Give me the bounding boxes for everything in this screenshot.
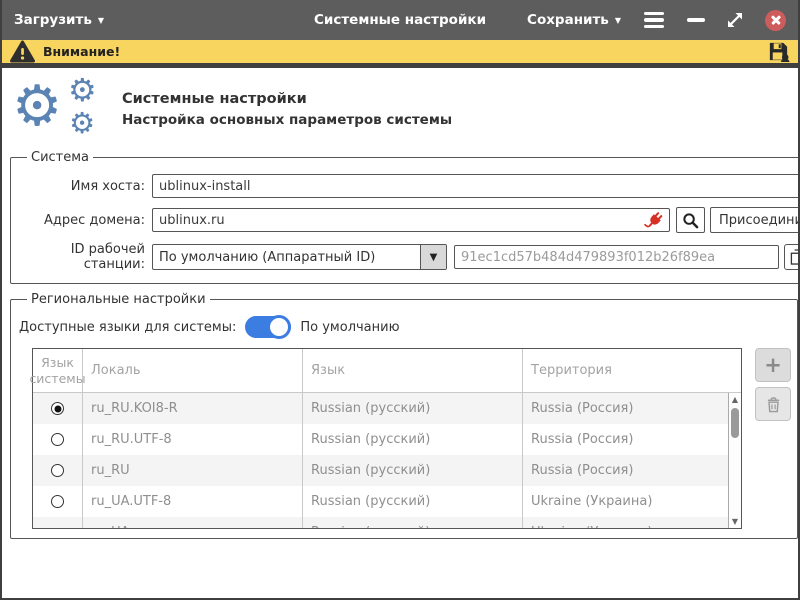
scroll-down-icon[interactable]: ▼ [729,515,741,528]
languages-toggle-label: Доступные языки для системы: [19,320,236,335]
domain-row: Адрес домена: [17,207,798,233]
hostname-row: Имя хоста: [17,174,798,198]
close-button[interactable] [765,10,786,31]
language-cell: Russian (русский) [303,486,523,517]
page-title: Системные настройки [122,91,452,107]
territory-cell: Ukraine (Украина) [523,486,728,517]
workstation-id-selected-option: По умолчанию (Аппаратный ID) [153,250,420,265]
hostname-label: Имя хоста: [17,179,145,194]
hamburger-menu-button[interactable] [642,10,666,30]
column-header-system-language: Язык системы [33,349,83,392]
languages-toggle-row: Доступные языки для системы: По умолчани… [19,316,791,338]
gears-icon: ⚙⚙⚙ [12,78,108,140]
join-domain-button[interactable]: Присоединиться [710,207,798,233]
language-cell: Russian (русский) [303,455,523,486]
workstation-id-label: ID рабочей станции: [17,242,145,272]
save-settings-button[interactable] [767,40,790,63]
system-language-radio[interactable] [51,495,64,508]
trash-icon [766,396,781,413]
scroll-up-icon[interactable]: ▲ [729,393,741,406]
territory-cell: Russia (Россия) [523,455,728,486]
locale-cell: ru_RU [83,455,303,486]
page-header: ⚙⚙⚙ Системные настройки Настройка основн… [8,72,792,148]
locales-table-header: Язык системы Локаль Язык Территория [33,349,741,393]
system-section-legend: Система [27,150,93,165]
locale-cell: ru_UA.UTF-8 [83,486,303,517]
locale-cell: ru_RU.KOI8-R [83,393,303,424]
locale-cell: ru_RU.UTF-8 [83,424,303,455]
chevron-down-icon: ▼ [98,17,104,25]
column-header-territory: Территория [523,349,741,392]
floppy-save-icon [767,40,790,63]
maximize-button[interactable] [726,11,744,29]
disconnected-plug-icon [644,211,664,231]
language-cell: Russian (русский) [303,424,523,455]
languages-toggle[interactable] [245,316,291,338]
regional-section-legend: Региональные настройки [27,292,210,307]
workstation-id-select[interactable]: По умолчанию (Аппаратный ID) ▼ [152,244,447,270]
territory-cell: Ukraine (Украина) [523,517,728,528]
workstation-id-value[interactable] [454,245,779,269]
domain-search-button[interactable] [676,207,705,233]
column-header-language: Язык [303,349,523,392]
load-menu-button[interactable]: Загрузить ▼ [14,12,104,28]
main-content: ⚙⚙⚙ Системные настройки Настройка основн… [2,68,798,598]
save-menu-button[interactable]: Сохранить ▼ [527,12,621,28]
languages-toggle-state: По умолчанию [300,320,399,335]
system-language-radio[interactable] [51,402,64,415]
table-row[interactable]: ru_UA.UTF-8 Russian (русский) Ukraine (У… [33,486,728,517]
domain-input[interactable] [152,208,670,232]
system-language-radio[interactable] [51,464,64,477]
territory-cell: Russia (Россия) [523,393,728,424]
table-row[interactable]: ru_RU.UTF-8 Russian (русский) Russia (Ро… [33,424,728,455]
territory-cell: Russia (Россия) [523,424,728,455]
workstation-id-row: ID рабочей станции: По умолчанию (Аппара… [17,242,798,272]
locales-table-body: ru_RU.KOI8-R Russian (русский) Russia (Р… [33,393,728,528]
save-menu-label: Сохранить [527,12,609,28]
domain-label: Адрес домена: [17,213,145,228]
copy-icon [790,249,799,265]
system-section: Система Имя хоста: Адрес домена: [10,150,798,284]
table-row[interactable]: ru_RU Russian (русский) Russia (Россия) [33,455,728,486]
add-locale-button[interactable]: + [755,348,791,382]
resize-diagonal-icon [726,11,744,29]
load-menu-label: Загрузить [14,12,92,28]
regional-section: Региональные настройки Доступные языки д… [10,292,798,539]
copy-id-button[interactable] [784,244,798,270]
locales-table-zone: Язык системы Локаль Язык Территория ru_R… [32,348,791,529]
locale-cell: ru_UA [83,517,303,528]
scrollbar-thumb[interactable] [731,408,739,438]
delete-locale-button[interactable] [755,387,791,421]
titlebar: Загрузить ▼ Системные настройки Сохранит… [2,0,798,40]
locales-table: Язык системы Локаль Язык Территория ru_R… [32,348,742,529]
page-subtitle: Настройка основных параметров системы [122,112,452,128]
table-row[interactable]: ru_RU.KOI8-R Russian (русский) Russia (Р… [33,393,728,424]
chevron-down-icon: ▼ [615,17,621,25]
app-window: Загрузить ▼ Системные настройки Сохранит… [0,0,800,600]
search-icon [682,212,699,229]
language-cell: Russian (русский) [303,517,523,528]
warning-triangle-icon [10,40,35,63]
table-scrollbar[interactable]: ▲ ▼ [728,393,741,528]
chevron-down-icon: ▼ [420,245,446,269]
language-cell: Russian (русский) [303,393,523,424]
system-language-radio[interactable] [51,433,64,446]
warning-bar: Внимание! [2,40,798,68]
warning-text: Внимание! [43,44,120,59]
table-row[interactable]: ru_UA Russian (русский) Ukraine (Украина… [33,517,728,528]
minimize-button[interactable] [687,18,705,22]
hostname-input[interactable] [152,174,798,198]
column-header-locale: Локаль [83,349,303,392]
